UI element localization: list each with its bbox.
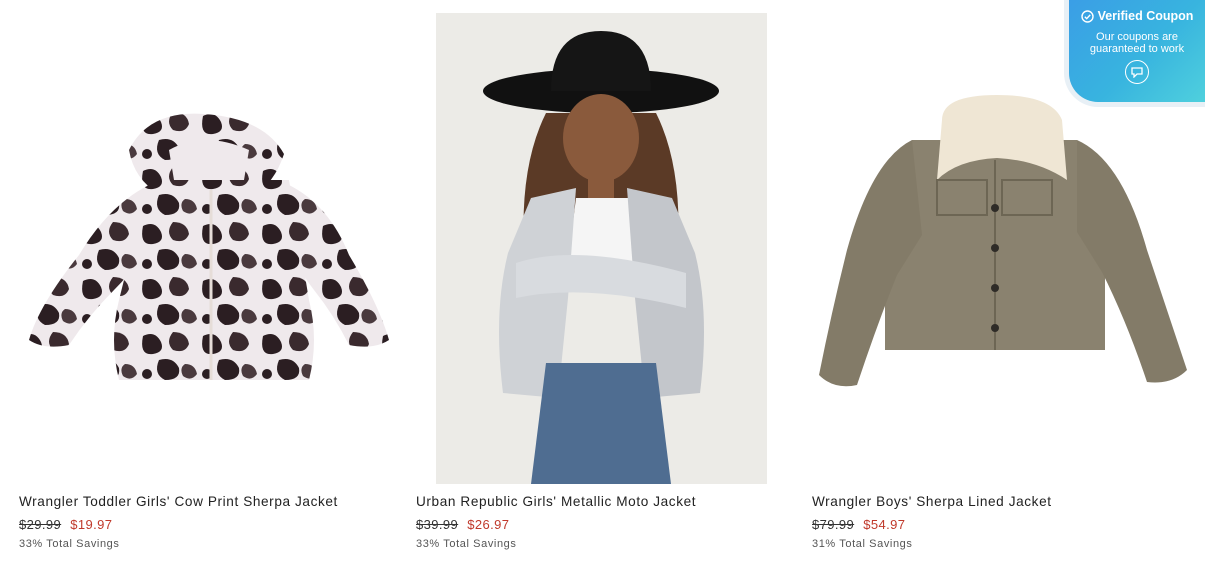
original-price: $79.99: [812, 517, 855, 532]
original-price: $29.99: [19, 517, 62, 532]
price-row: $29.99 $19.97: [19, 517, 112, 532]
product-image-metallic-moto-jacket[interactable]: [416, 0, 796, 485]
sale-price: $26.97: [467, 517, 510, 532]
price-row: $79.99 $54.97: [812, 517, 905, 532]
product-card[interactable]: Urban Republic Girls' Metallic Moto Jack…: [416, 0, 796, 587]
original-price: $39.99: [416, 517, 459, 532]
chat-bubble-icon: [1131, 67, 1143, 78]
product-image-cow-print-jacket[interactable]: [19, 0, 399, 485]
price-row: $39.99 $26.97: [416, 517, 509, 532]
model-photo: [436, 13, 767, 484]
verified-coupon-badge[interactable]: Verified Coupon Our coupons are guarante…: [1064, 0, 1205, 107]
check-circle-icon: [1080, 9, 1094, 23]
sale-price: $54.97: [863, 517, 906, 532]
product-title[interactable]: Urban Republic Girls' Metallic Moto Jack…: [416, 494, 696, 509]
savings-label: 33% Total Savings: [416, 538, 517, 550]
coupon-header: Verified Coupon: [1069, 9, 1205, 23]
savings-label: 33% Total Savings: [19, 538, 120, 550]
savings-label: 31% Total Savings: [812, 538, 913, 550]
cow-print-jacket-image: [29, 113, 389, 380]
coupon-subtitle: Our coupons are guaranteed to work: [1089, 31, 1185, 55]
product-card[interactable]: Wrangler Toddler Girls' Cow Print Sherpa…: [19, 0, 399, 587]
coupon-chat-icon[interactable]: [1125, 60, 1149, 84]
product-title[interactable]: Wrangler Toddler Girls' Cow Print Sherpa…: [19, 494, 338, 509]
sale-price: $19.97: [70, 517, 113, 532]
metallic-jacket-photo: [483, 31, 719, 484]
coupon-title: Verified Coupon: [1097, 9, 1194, 23]
product-title[interactable]: Wrangler Boys' Sherpa Lined Jacket: [812, 494, 1052, 509]
